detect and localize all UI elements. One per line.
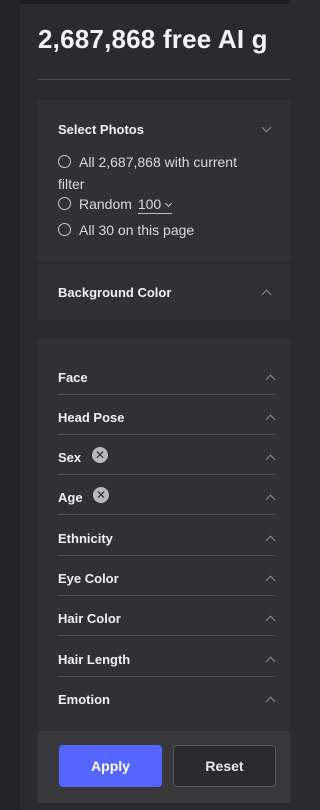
filter-eye-color-label: Eye Color [58, 571, 119, 586]
divider [58, 635, 276, 636]
option-random[interactable]: Random 100 [58, 196, 173, 214]
filter-head-pose-label: Head Pose [58, 410, 125, 425]
filter-emotion[interactable]: Emotion [38, 677, 290, 717]
close-circle-icon[interactable]: ✕ [93, 487, 109, 503]
option-all-on-page-label: All 30 on this page [79, 222, 195, 238]
chevron-up-icon[interactable] [265, 575, 276, 586]
page-title: 2,687,868 free AI g [38, 24, 268, 54]
radio-random[interactable] [58, 197, 71, 210]
select-photos-title[interactable]: Select Photos [58, 122, 144, 137]
option-all-with-filter[interactable]: All 2,687,868 with current filter [58, 151, 263, 195]
divider [58, 514, 276, 515]
chevron-up-icon[interactable] [265, 414, 276, 425]
chevron-up-icon[interactable] [265, 696, 276, 707]
filter-face-label: Face [58, 370, 88, 385]
radio-all-on-page[interactable] [58, 223, 71, 236]
apply-button[interactable]: Apply [59, 745, 162, 787]
filter-hair-color[interactable]: Hair Color [38, 596, 290, 636]
filter-hair-length-label: Hair Length [58, 652, 131, 667]
chevron-up-icon[interactable] [265, 494, 276, 505]
filter-emotion-label: Emotion [58, 692, 110, 707]
filter-hair-color-label: Hair Color [58, 611, 121, 626]
filter-ethnicity[interactable]: Ethnicity [38, 516, 290, 556]
filter-age-label: Age [58, 490, 83, 505]
option-random-label: Random [79, 196, 132, 212]
chevron-down-icon [165, 199, 173, 208]
chevron-up-icon[interactable] [265, 615, 276, 626]
close-circle-icon[interactable]: ✕ [92, 447, 108, 463]
chevron-up-icon[interactable] [265, 374, 276, 385]
chevron-up-icon[interactable] [265, 454, 276, 465]
filter-sex[interactable]: Sex ✕ [38, 435, 290, 475]
left-edge [0, 0, 20, 810]
filter-sex-label: Sex [58, 450, 82, 465]
filter-face[interactable]: Face [38, 355, 290, 395]
reset-button[interactable]: Reset [173, 745, 276, 787]
radio-all-with-filter[interactable] [58, 155, 71, 168]
title-divider [38, 79, 290, 80]
filter-age[interactable]: Age ✕ [38, 475, 290, 515]
background-color-title[interactable]: Background Color [58, 285, 171, 300]
filter-hair-length[interactable]: Hair Length [38, 637, 290, 677]
random-count-select[interactable]: 100 [137, 196, 173, 214]
filter-eye-color[interactable]: Eye Color [38, 556, 290, 596]
option-all-on-page[interactable]: All 30 on this page [58, 222, 194, 238]
chevron-up-icon[interactable] [265, 656, 276, 667]
filter-ethnicity-label: Ethnicity [58, 531, 113, 546]
filter-head-pose[interactable]: Head Pose [38, 395, 290, 435]
top-bar [0, 0, 290, 4]
chevron-up-icon[interactable] [265, 535, 276, 546]
option-all-with-filter-label: All 2,687,868 with current filter [58, 154, 237, 192]
random-count-value: 100 [137, 196, 162, 212]
